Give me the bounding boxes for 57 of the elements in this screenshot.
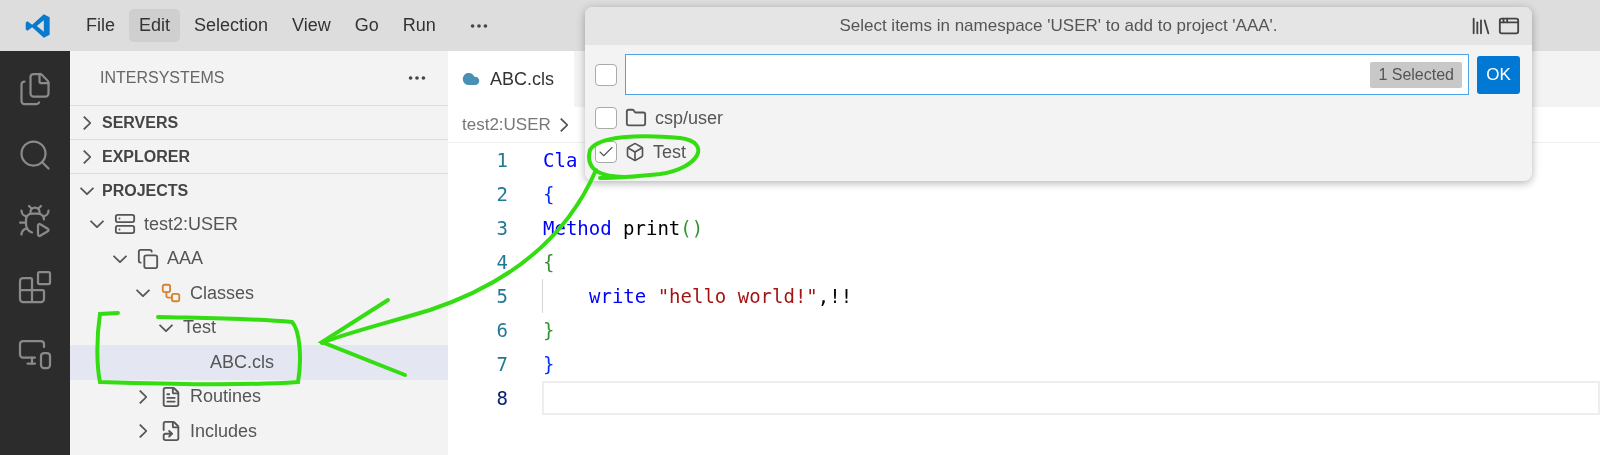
- menu-item[interactable]: Edit: [129, 9, 181, 42]
- menu-item[interactable]: Go: [344, 9, 389, 42]
- section-header[interactable]: SERVERS: [70, 105, 448, 139]
- dialog-title: Select items in namespace 'USER' to add to project 'AAA'.: [839, 16, 1278, 36]
- sidebar-title: INTERSYSTEMS: [100, 69, 225, 87]
- tree-item[interactable]: Classes: [70, 276, 448, 311]
- list-item[interactable]: csp/user: [585, 101, 1532, 135]
- tree-item[interactable]: Routines: [70, 379, 448, 414]
- section-header[interactable]: PROJECTS: [70, 173, 448, 207]
- code-line: Cla: [542, 148, 578, 173]
- line-number: 2: [495, 183, 508, 205]
- tree-item[interactable]: Includes: [70, 414, 448, 449]
- line-number: 8: [495, 387, 508, 409]
- editor-tab[interactable]: ABC.cls: [448, 51, 574, 107]
- select-all-checkbox[interactable]: [595, 63, 617, 86]
- checkbox[interactable]: [595, 107, 617, 129]
- copy-icon: [137, 247, 159, 270]
- debug-icon[interactable]: [17, 203, 53, 239]
- document-icon: [160, 385, 182, 408]
- hierarchy-icon: [160, 282, 182, 305]
- tree-item[interactable]: Test: [70, 310, 448, 345]
- line-number: 6: [495, 319, 508, 341]
- section-header[interactable]: EXPLORER: [70, 139, 448, 173]
- cube-icon: [625, 142, 645, 162]
- folder-icon: [625, 107, 647, 129]
- menu-item[interactable]: Selection: [184, 9, 279, 42]
- list-item[interactable]: Test: [585, 135, 1532, 169]
- cloud-icon: [462, 70, 480, 88]
- code-line: }: [542, 318, 555, 343]
- code-line: {: [542, 250, 555, 275]
- line-number: 7: [495, 353, 508, 375]
- menu-item[interactable]: File: [76, 9, 125, 42]
- chevron-right-icon: [559, 117, 568, 132]
- search-icon[interactable]: [17, 137, 53, 173]
- code-line: }: [542, 352, 555, 377]
- library-icon[interactable]: [1470, 15, 1492, 37]
- code-line: {: [542, 182, 555, 207]
- code-line: write "hello world!",!!: [542, 279, 853, 313]
- tree-item[interactable]: test2:USER: [70, 207, 448, 242]
- files-icon[interactable]: [17, 71, 53, 107]
- line-number: 1: [495, 149, 508, 171]
- tree-item[interactable]: ABC.cls: [70, 345, 448, 380]
- file-link-icon: [160, 420, 182, 443]
- window-icon[interactable]: [1498, 15, 1520, 37]
- selected-count: 1 Selected: [1370, 61, 1462, 88]
- ok-button[interactable]: OK: [1477, 55, 1520, 94]
- extensions-icon[interactable]: [17, 269, 53, 305]
- menu-item[interactable]: View: [282, 9, 341, 42]
- menu-item[interactable]: Run: [392, 9, 446, 42]
- checkbox[interactable]: [595, 141, 617, 163]
- line-number: 5: [495, 285, 508, 307]
- line-number: 4: [495, 251, 508, 273]
- server-icon: [114, 213, 136, 236]
- filter-field[interactable]: 1 Selected: [625, 54, 1469, 95]
- tree-item[interactable]: AAA: [70, 241, 448, 276]
- line-number: 3: [495, 217, 508, 239]
- breadcrumb[interactable]: test2:USER: [462, 114, 551, 135]
